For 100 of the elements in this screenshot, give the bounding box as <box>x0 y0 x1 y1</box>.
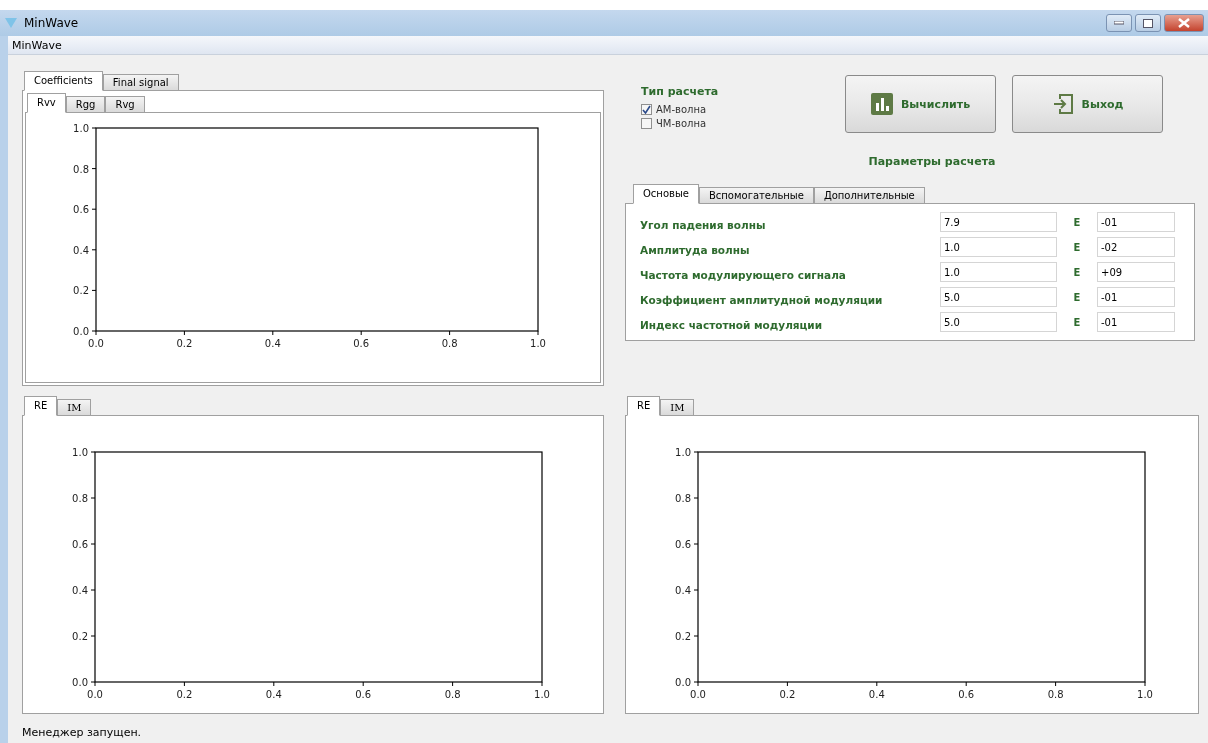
menu-item[interactable]: MinWave <box>10 38 64 52</box>
tab[interactable]: Rvg <box>105 96 145 113</box>
compute-button[interactable]: Вычислить <box>845 75 996 133</box>
parameter-label: Амплитуда волны <box>640 242 751 256</box>
status-text: Менеджер запущен. <box>21 724 143 741</box>
tick-mark <box>362 681 364 687</box>
tick-mark <box>91 289 97 291</box>
tick-mark <box>90 635 96 637</box>
exponent-field[interactable]: -01 <box>1097 287 1175 307</box>
tick-label: 0.6 <box>72 539 88 550</box>
tick-label: 0.2 <box>73 285 89 297</box>
tick-mark <box>272 330 274 336</box>
tick-label: 0.4 <box>264 338 281 349</box>
tick-mark <box>693 543 699 545</box>
tab[interactable]: Основые <box>633 184 699 204</box>
tick-mark <box>91 208 97 210</box>
tick-label: 0.6 <box>353 338 370 349</box>
tick-mark <box>360 330 362 336</box>
parameter-label: Коэффициент амплитудной модуляции <box>640 292 884 306</box>
tick-label: 0.4 <box>265 689 282 700</box>
tick-mark <box>693 635 699 637</box>
tick-mark <box>452 681 454 687</box>
tick-label: 0.2 <box>176 338 193 349</box>
exponent-field[interactable]: -01 <box>1097 312 1175 332</box>
close-icon <box>1178 18 1190 28</box>
tab[interactable]: IM <box>660 399 695 416</box>
tick-label: 1.0 <box>530 338 546 349</box>
tick-mark <box>91 127 97 129</box>
mantissa-field[interactable]: 1.0 <box>940 237 1057 257</box>
tick-label: 0.0 <box>88 338 104 349</box>
tick-label: 0.0 <box>72 677 88 688</box>
exponent-label: E <box>1072 216 1082 228</box>
tick-label: 0.2 <box>72 631 88 642</box>
tick-label: 0.8 <box>72 493 88 504</box>
parameter-label: Частота модулирующего сигнала <box>640 267 847 281</box>
mantissa-field[interactable]: 7.9 <box>940 212 1057 232</box>
tick-mark <box>537 330 539 336</box>
maximize-button[interactable] <box>1135 14 1161 32</box>
parameter-label: Индекс частотной модуляции <box>640 317 824 331</box>
tick-label: 0.6 <box>355 689 372 700</box>
tick-mark <box>693 451 699 453</box>
tab[interactable]: RE <box>627 396 661 416</box>
tick-label: 1.0 <box>675 447 691 458</box>
tab[interactable]: Rvv <box>27 93 66 113</box>
checkbox-label: ЧМ-волна <box>656 118 707 129</box>
tab[interactable]: Дополнительные <box>813 187 925 204</box>
tab[interactable]: RE <box>24 396 58 416</box>
exponent-label: E <box>1072 241 1082 253</box>
tick-label: 0.2 <box>779 689 796 700</box>
tick-label: 0.8 <box>441 338 458 349</box>
tick-label: 1.0 <box>73 123 89 134</box>
tick-label: 1.0 <box>1137 689 1153 700</box>
exponent-field[interactable]: +09 <box>1097 262 1175 282</box>
exit-icon <box>1051 93 1074 115</box>
tab[interactable]: Вспомогательные <box>698 187 814 204</box>
tick-mark <box>183 681 185 687</box>
tick-mark <box>693 497 699 499</box>
exponent-field[interactable]: -02 <box>1097 237 1175 257</box>
tick-mark <box>786 681 788 687</box>
window-title: MinWave <box>24 16 79 30</box>
tab[interactable]: Coefficients <box>24 71 103 91</box>
tick-label: 0.6 <box>675 539 691 550</box>
tick-mark <box>91 249 97 251</box>
tick-mark <box>876 681 878 687</box>
tick-mark <box>90 451 96 453</box>
tab[interactable]: IM <box>57 399 92 416</box>
group-title: Тип расчета <box>641 85 720 98</box>
tick-label: 0.8 <box>444 689 461 700</box>
app-icon <box>4 17 18 29</box>
mantissa-field[interactable]: 1.0 <box>940 262 1057 282</box>
tick-mark <box>183 330 185 336</box>
tick-label: 0.6 <box>958 689 975 700</box>
tick-label: 0.0 <box>690 689 706 700</box>
tick-mark <box>90 589 96 591</box>
tab[interactable]: Rgg <box>65 96 106 113</box>
minimize-icon <box>1114 21 1124 25</box>
tick-label: 0.2 <box>176 689 193 700</box>
tick-label: 0.4 <box>675 585 691 596</box>
tick-mark <box>1055 681 1057 687</box>
tick-mark <box>91 168 97 170</box>
mantissa-field[interactable]: 5.0 <box>940 287 1057 307</box>
tick-label: 0.6 <box>73 204 89 216</box>
check-icon <box>642 105 651 114</box>
parameter-label: Угол падения волны <box>640 217 767 231</box>
exponent-field[interactable]: -01 <box>1097 212 1175 232</box>
checkbox[interactable] <box>641 118 652 129</box>
tick-label: 0.2 <box>675 631 691 642</box>
tab[interactable]: Final signal <box>102 74 179 91</box>
exponent-label: E <box>1072 291 1082 303</box>
exponent-label: E <box>1072 316 1082 328</box>
exit-button[interactable]: Выход <box>1012 75 1163 133</box>
checkbox-label: АМ-волна <box>656 104 707 115</box>
tick-mark <box>90 497 96 499</box>
close-button[interactable] <box>1164 14 1204 32</box>
tick-mark <box>449 330 451 336</box>
tick-label: 0.4 <box>868 689 885 700</box>
checkbox[interactable] <box>641 104 652 115</box>
exponent-label: E <box>1072 266 1082 278</box>
mantissa-field[interactable]: 5.0 <box>940 312 1057 332</box>
tick-label: 1.0 <box>72 447 88 458</box>
